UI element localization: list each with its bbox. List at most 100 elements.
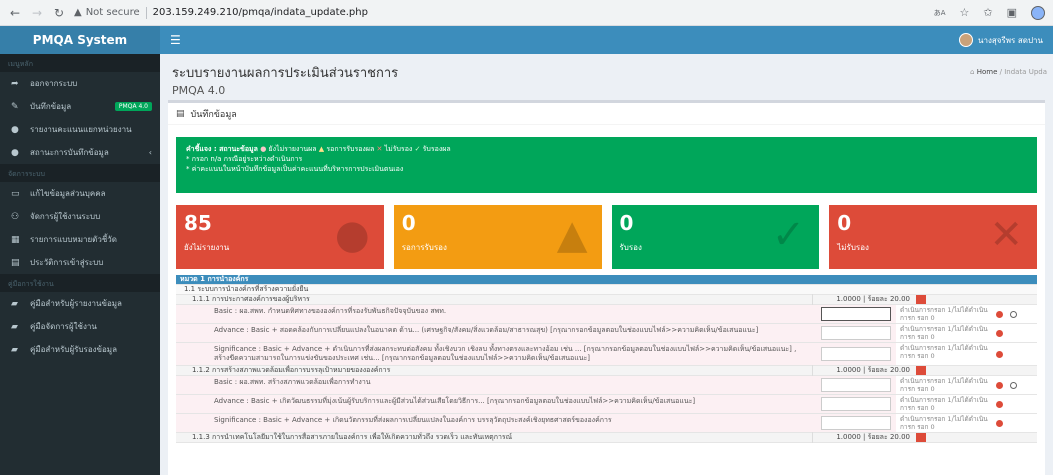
question-row: 1.1.2 การสร้างสภาพแวดล้อมเพื่อการบรรลุเป…	[176, 365, 1037, 376]
report-icon: ●	[11, 124, 19, 135]
select-radio[interactable]	[1009, 381, 1017, 389]
back-icon[interactable]: ←	[8, 6, 22, 20]
page-subtitle: PMQA 4.0	[172, 84, 226, 97]
sidebar-item-login-history[interactable]: ▤ ประวัติการเข้าสู่ระบบ	[0, 251, 160, 274]
sidebar-item-label: รายงานคะแนนแยกหน่วยงาน	[30, 125, 132, 134]
not-secure-label[interactable]: Not secure	[86, 7, 140, 18]
page-title: ระบบรายงานผลการประเมินส่วนราชการ	[172, 66, 399, 81]
indicator-table: หมวด 1 การนำองค์กร 1.1 ระบบการนำองค์กรที…	[176, 275, 1037, 443]
bookmark-star-icon[interactable]: ☆	[960, 6, 970, 19]
sidebar-item-label: คู่มือสำหรับผู้รายงานข้อมูล	[30, 299, 122, 308]
warning-icon[interactable]: ▲	[74, 7, 82, 18]
warning-triangle-icon: ▲	[556, 212, 588, 258]
criterion-text: Basic : ผอ.สพท. สร้างสภาพแวดล้อมเพื่อการ…	[176, 376, 816, 394]
score-input[interactable]	[821, 347, 891, 361]
table-row: Significance : Basic + Advance + ดำเนินก…	[176, 343, 1037, 366]
tile-pending[interactable]: 0 รอการรับรอง ▲	[393, 205, 602, 269]
top-navbar: ☰ นางสุจรีพร สดปาน	[160, 26, 1053, 54]
book-icon: ▰	[11, 344, 18, 355]
logout-icon: ➦	[11, 78, 19, 89]
browser-toolbar: ← → ↻ ▲ Not secure 203.159.249.210/pmqa/…	[0, 0, 1053, 26]
tile-not-reported[interactable]: 85 ยังไม่รายงาน ●	[176, 205, 384, 269]
sidebar-item-profile[interactable]: ▭ แก้ไขข้อมูลส่วนบุคคล	[0, 182, 160, 205]
app-logo[interactable]: PMQA System	[0, 26, 160, 54]
home-icon: ⌂	[970, 68, 975, 76]
criterion-text: Significance : Basic + Advance + ดำเนินก…	[176, 343, 816, 365]
save-data-icon: ▤	[176, 108, 185, 119]
pending-warning-icon: ▲	[318, 145, 325, 153]
alert-circle-icon: ●	[334, 212, 370, 258]
x-icon: ✕	[989, 212, 1023, 258]
box-header: ▤ บันทึกข้อมูล	[168, 103, 1045, 125]
question-score: 1.0000 | ร้อยละ 20.00	[812, 365, 914, 376]
menu-toggle-icon[interactable]: ☰	[170, 33, 181, 47]
sidebar-item-indicators[interactable]: ▦ รายการแบบหมายตัวชี้วัด	[0, 228, 160, 251]
sidebar-item-manual-approver[interactable]: ▰ คู่มือสำหรับผู้รับรองข้อมูล	[0, 338, 160, 361]
input-hint: ดำเนินการกรอก 1/ไม่ได้ดำเนินการก รอก 0	[900, 415, 988, 431]
profile-avatar[interactable]	[1031, 5, 1045, 20]
criterion-text: Significance : Basic + Advance + เกิดนวั…	[176, 414, 816, 432]
collections-icon[interactable]: ▣	[1007, 6, 1017, 19]
status-icon: ●	[11, 147, 19, 158]
sidebar-item-label: รายการแบบหมายตัวชี้วัด	[30, 235, 117, 244]
score-input[interactable]	[821, 416, 891, 430]
score-input[interactable]	[821, 326, 891, 340]
sidebar-item-status[interactable]: ● สถานะการบันทึกข้อมูล ‹	[0, 141, 160, 164]
sidebar-item-label: บันทึกข้อมูล	[30, 102, 72, 111]
sidebar-header: คู่มือการใช้งาน	[0, 274, 160, 292]
status-dot-icon	[995, 381, 1003, 389]
criterion-text: Advance : Basic + เกิดวัฒนธรรมที่มุ่งเน้…	[176, 395, 816, 413]
sidebar-header: เมนูหลัก	[0, 54, 160, 72]
alert-status-rejected: ไม่รับรอง	[384, 145, 413, 153]
sidebar-item-report[interactable]: ● รายงานคะแนนแยกหน่วยงาน	[0, 118, 160, 141]
sidebar-item-users[interactable]: ⚇ จัดการผู้ใช้งานระบบ	[0, 205, 160, 228]
edit-icon: ✎	[11, 101, 19, 112]
status-marker	[916, 366, 926, 375]
score-input[interactable]	[821, 397, 891, 411]
sidebar-item-label: คู่มือจัดการผู้ใช้งาน	[30, 322, 97, 331]
breadcrumb: ⌂ Home / Indata Upda	[970, 68, 1047, 76]
user-menu[interactable]: นางสุจรีพร สดปาน	[959, 33, 1043, 47]
sidebar-item-manual-admin[interactable]: ▰ คู่มือจัดการผู้ใช้งาน	[0, 315, 160, 338]
alert-line: * กรอก n/a กรณีอยู่ระหว่างดำเนินการ	[186, 155, 303, 163]
divider	[145, 6, 147, 19]
status-dot-icon	[995, 329, 1003, 337]
chevron-left-icon: ‹	[148, 148, 152, 157]
score-input[interactable]	[821, 378, 891, 392]
book-icon: ▰	[11, 298, 18, 309]
reload-icon[interactable]: ↻	[52, 6, 66, 20]
status-dot-icon	[995, 419, 1003, 427]
favorites-icon[interactable]: ✩	[983, 6, 992, 19]
question-row: 1.1.1 การประกาศองค์การของผู้บริหาร 1.000…	[176, 294, 1037, 305]
breadcrumb-home[interactable]: Home	[977, 68, 998, 76]
forward-icon[interactable]: →	[30, 6, 44, 20]
alert-label: คำชี้แจง : สถานะข้อมูล	[186, 145, 258, 153]
status-tiles: 85 ยังไม่รายงาน ● 0 รอการรับรอง ▲ 0 รับร…	[176, 205, 1037, 269]
book-icon: ▰	[11, 321, 18, 332]
status-dot-icon	[995, 310, 1003, 318]
sidebar-item-label: แก้ไขข้อมูลส่วนบุคคล	[30, 189, 106, 198]
address-bar[interactable]: 203.159.249.210/pmqa/indata_update.php	[153, 7, 934, 18]
table-row: Advance : Basic + เกิดวัฒนธรรมที่มุ่งเน้…	[176, 395, 1037, 414]
translate-icon[interactable]: あA	[934, 8, 946, 18]
tile-approved[interactable]: 0 รับรอง ✓	[611, 205, 820, 269]
question-row: 1.1.3 การนำเทคโนโลยีมาใช้ในการสื่อสารภาย…	[176, 432, 1037, 443]
input-hint: ดำเนินการกรอก 1/ไม่ได้ดำเนินการก รอก 0	[900, 396, 988, 412]
criterion-text: Basic : ผอ.สพท. กำหนดทิศทางขององค์การที่…	[176, 305, 816, 323]
sidebar-item-logout[interactable]: ➦ ออกจากระบบ	[0, 72, 160, 95]
sidebar-item-manual-reporter[interactable]: ▰ คู่มือสำหรับผู้รายงานข้อมูล	[0, 292, 160, 315]
score-input[interactable]	[821, 307, 891, 321]
tile-rejected[interactable]: 0 ไม่รับรอง ✕	[829, 205, 1037, 269]
sidebar-item-save-data[interactable]: ✎ บันทึกข้อมูล PMQA 4.0	[0, 95, 160, 118]
not-reported-dot-icon: ●	[260, 145, 267, 153]
data-entry-box: ▤ บันทึกข้อมูล คำชี้แจง : สถานะข้อมูล ● …	[168, 100, 1045, 475]
sidebar-item-label: สถานะการบันทึกข้อมูล	[30, 148, 109, 157]
box-title: บันทึกข้อมูล	[190, 109, 237, 120]
question-title: 1.1.3 การนำเทคโนโลยีมาใช้ในการสื่อสารภาย…	[192, 433, 513, 441]
sidebar-item-label: จัดการผู้ใช้งานระบบ	[30, 212, 101, 221]
calendar-icon: ▤	[11, 257, 20, 268]
users-icon: ⚇	[11, 211, 20, 222]
input-hint: ดำเนินการกรอก 1/ไม่ได้ดำเนินการก รอก 0	[900, 306, 988, 322]
input-hint: ดำเนินการกรอก 1/ไม่ได้ดำเนินการก รอก 0	[900, 377, 988, 393]
select-radio[interactable]	[1009, 310, 1017, 318]
